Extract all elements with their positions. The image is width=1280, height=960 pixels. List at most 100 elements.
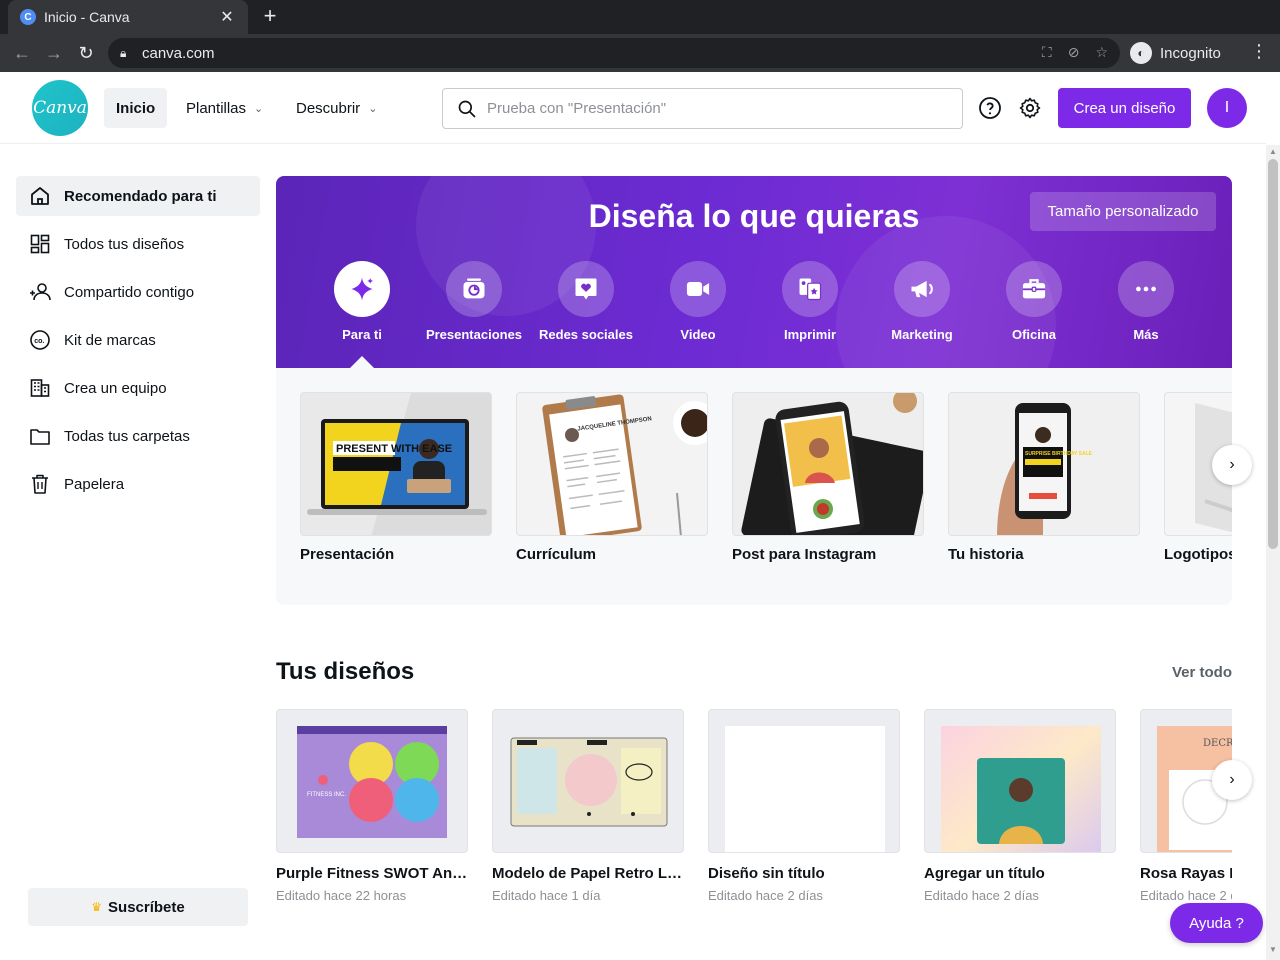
chevron-down-icon: ⌄	[368, 102, 378, 115]
category-presentaciones[interactable]: Presentaciones	[418, 261, 530, 342]
folder-icon	[30, 429, 50, 445]
sidebar-item-carpetas[interactable]: Todas tus carpetas	[16, 416, 260, 456]
category-label: Más	[1133, 327, 1159, 342]
design-edited: Editado hace 2 días	[924, 888, 1039, 903]
design-name: Purple Fitness SWOT Analy...	[276, 865, 468, 882]
briefcase-icon	[1022, 279, 1046, 299]
category-imprimir[interactable]: Imprimir	[754, 261, 866, 342]
page-scrollbar[interactable]: ▲ ▼	[1266, 145, 1280, 960]
template-label: Post para Instagram	[732, 546, 877, 563]
design-name: Rosa Rayas M	[1140, 865, 1232, 882]
sidebar-item-label: Kit de marcas	[64, 331, 156, 349]
category-label: Presentaciones	[425, 327, 523, 342]
design-edited: Editado hace 1 día	[492, 888, 601, 903]
design-card[interactable]: DECR EN U Rosa Rayas M Editado hace 2 d	[1140, 709, 1232, 903]
template-card-presentacion[interactable]: PRESENT WITH EASE Presentación	[300, 392, 492, 563]
sidebar-item-compartido[interactable]: Compartido contigo	[16, 272, 260, 312]
template-card-tu-historia[interactable]: SURPRISE BIRTHDAY SALE Tu historia	[948, 392, 1140, 563]
sidebar-item-label: Crea un equipo	[64, 379, 167, 397]
translate-icon[interactable]: ⛶	[1042, 44, 1052, 61]
heart-chat-icon	[575, 278, 597, 300]
sidebar-item-papelera[interactable]: Papelera	[16, 464, 260, 504]
help-icon[interactable]	[978, 96, 1002, 120]
scroll-up-icon[interactable]: ▲	[1269, 147, 1277, 156]
back-icon[interactable]: ←	[10, 41, 34, 65]
nav-descubrir-label: Descubrir	[296, 99, 361, 117]
sidebar-item-label: Recomendado para ti	[64, 187, 217, 205]
subscribe-button[interactable]: ♛ Suscríbete	[28, 888, 248, 926]
canva-logo[interactable]: Canva	[32, 80, 88, 136]
design-thumb-blank	[725, 726, 885, 852]
your-designs-list: FITNESS INC. Purple Fitness SWOT Analy..…	[276, 709, 1232, 919]
category-oficina[interactable]: Oficina	[978, 261, 1090, 342]
sidebar-item-todos-disenos[interactable]: Todos tus diseños	[16, 224, 260, 264]
search-input[interactable]	[487, 100, 927, 117]
create-design-button[interactable]: Crea un diseño	[1058, 88, 1191, 128]
category-mas[interactable]: Más	[1090, 261, 1202, 342]
nav-descubrir[interactable]: Descubrir ⌄	[284, 88, 389, 128]
chevron-right-icon: ›	[1229, 456, 1235, 473]
design-card[interactable]: Modelo de Papel Retro Llu... Editado hac…	[492, 709, 684, 903]
designs-next-button[interactable]: ›	[1212, 760, 1252, 800]
settings-gear-icon[interactable]	[1018, 96, 1042, 120]
template-card-post-instagram[interactable]: Post para Instagram	[732, 392, 924, 563]
category-label: Video	[680, 327, 716, 342]
thumb-text: DECR EN U	[1203, 738, 1232, 749]
search-box[interactable]	[442, 88, 963, 129]
template-label: Presentación	[300, 546, 395, 563]
category-para-ti[interactable]: Para ti	[306, 261, 418, 342]
scrollbar-thumb[interactable]	[1268, 159, 1278, 549]
incognito-label: Incognito	[1160, 44, 1221, 62]
template-thumb-curriculum: JACQUELINE THOMPSON	[542, 394, 707, 535]
thumb-text: PRESENT WITH EASE	[336, 443, 452, 455]
design-card[interactable]: Diseño sin título Editado hace 2 días	[708, 709, 900, 903]
crown-icon: ♛	[91, 900, 103, 914]
nav-plantillas-label: Plantillas	[186, 99, 247, 117]
nav-plantillas[interactable]: Plantillas ⌄	[174, 88, 275, 128]
svg-text:co.: co.	[34, 338, 44, 345]
browser-tab[interactable]: C Inicio - Canva ✕	[8, 0, 248, 34]
home-icon	[31, 187, 49, 205]
search-icon	[458, 100, 476, 117]
category-label: Redes sociales	[539, 327, 633, 342]
browser-tab-bar: C Inicio - Canva ✕ +	[0, 0, 1280, 34]
template-card-curriculum[interactable]: JACQUELINE THOMPSON Currículum	[516, 392, 708, 563]
template-thumb-historia: SURPRISE BIRTHDAY SALE	[997, 403, 1093, 535]
category-video[interactable]: Video	[642, 261, 754, 342]
design-card[interactable]: Agregar un título Editado hace 2 días	[924, 709, 1116, 903]
sidebar-item-recomendado[interactable]: Recomendado para ti	[16, 176, 260, 216]
building-icon	[30, 379, 50, 397]
thumb-text: SURPRISE BIRTHDAY SALE	[1025, 451, 1093, 457]
user-avatar[interactable]: I	[1207, 88, 1247, 128]
trash-icon	[32, 474, 48, 494]
close-tab-icon[interactable]: ✕	[218, 7, 236, 27]
design-thumb-swot: FITNESS INC.	[297, 726, 447, 838]
bookmark-star-icon[interactable]: ☆	[1095, 44, 1108, 61]
template-carousel: PRESENT WITH EASE Presentación JACQUELIN…	[276, 368, 1232, 605]
custom-size-button[interactable]: Tamaño personalizado	[1030, 192, 1216, 231]
category-marketing[interactable]: Marketing	[866, 261, 978, 342]
carousel-next-button[interactable]: ›	[1212, 445, 1252, 485]
help-button[interactable]: Ayuda ?	[1170, 903, 1263, 943]
new-tab-icon[interactable]: +	[258, 4, 282, 28]
forward-icon[interactable]: →	[42, 41, 66, 65]
sparkle-icon	[351, 277, 374, 301]
browser-menu-icon[interactable]: ⋮	[1250, 41, 1268, 65]
lock-icon: 🔒︎	[120, 45, 127, 60]
more-dots-icon	[1136, 286, 1156, 292]
see-all-link[interactable]: Ver todo	[1172, 664, 1232, 681]
scroll-down-icon[interactable]: ▼	[1269, 945, 1277, 954]
category-redes-sociales[interactable]: Redes sociales	[530, 261, 642, 342]
design-anything-banner: Diseña lo que quieras Tamaño personaliza…	[276, 176, 1232, 368]
reload-icon[interactable]: ↻	[74, 41, 98, 65]
template-label: Tu historia	[948, 546, 1024, 563]
design-card[interactable]: FITNESS INC. Purple Fitness SWOT Analy..…	[276, 709, 468, 903]
tracking-blocked-icon[interactable]: ⊘	[1068, 44, 1080, 61]
incognito-indicator[interactable]: ◐ Incognito	[1130, 38, 1221, 68]
active-category-pointer	[350, 356, 374, 368]
url-field[interactable]: 🔒︎ canva.com ⛶ ⊘ ☆	[108, 38, 1120, 68]
nav-inicio[interactable]: Inicio	[104, 88, 168, 128]
sidebar-item-kit-marcas[interactable]: co. Kit de marcas	[16, 320, 260, 360]
megaphone-icon	[911, 280, 933, 298]
sidebar-item-crea-equipo[interactable]: Crea un equipo	[16, 368, 260, 408]
